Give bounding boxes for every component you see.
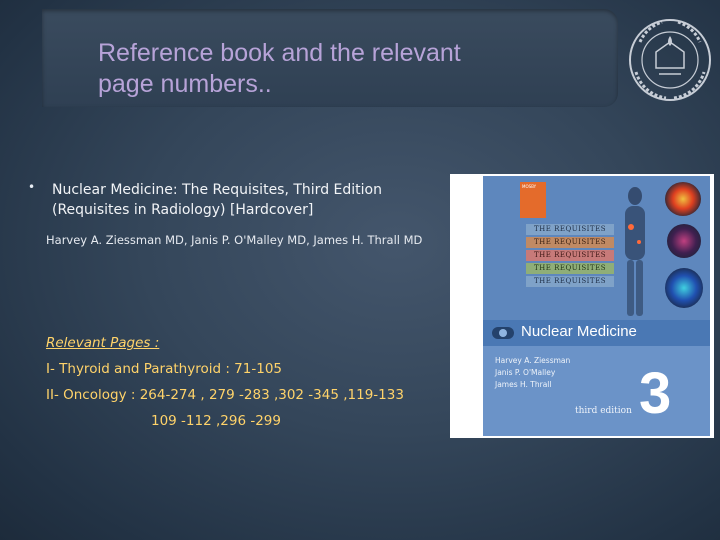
title-line-2: page numbers.. bbox=[98, 70, 272, 98]
body-scan-icon bbox=[625, 187, 645, 316]
title-line-1: Reference book and the relevant bbox=[98, 39, 461, 67]
university-seal-icon bbox=[629, 19, 711, 101]
scan-image bbox=[665, 268, 703, 308]
cover-top-panel: MOSBY THE REQUISITES THE REQUISITES THE … bbox=[483, 176, 710, 321]
cover-author-2: Janis P. O'Malley bbox=[495, 368, 556, 377]
bullet-marker: • bbox=[28, 180, 36, 194]
cover-edition-number: 3 bbox=[639, 361, 672, 426]
cover-bottom-panel: Harvey A. Ziessman Janis P. O'Malley Jam… bbox=[483, 346, 710, 436]
reference-title: Nuclear Medicine: The Requisites, Third … bbox=[52, 180, 432, 220]
publisher-badge: MOSBY bbox=[520, 182, 546, 218]
cover-title-band: Nuclear Medicine bbox=[483, 320, 710, 346]
pages-thyroid: I- Thyroid and Parathyroid : 71-105 bbox=[46, 361, 282, 377]
scan-image bbox=[665, 182, 701, 216]
reference-line-1: Nuclear Medicine: The Requisites, Third … bbox=[52, 182, 382, 198]
relevant-pages-heading: Relevant Pages : bbox=[46, 335, 160, 351]
reference-authors: Harvey A. Ziessman MD, Janis P. O'Malley… bbox=[46, 233, 423, 247]
cover-author-1: Harvey A. Ziessman bbox=[495, 356, 571, 365]
reference-line-2: (Requisites in Radiology) [Hardcover] bbox=[52, 202, 314, 218]
requisites-strip: THE REQUISITES bbox=[526, 263, 614, 274]
requisites-strip: THE REQUISITES bbox=[526, 250, 614, 261]
requisites-strip: THE REQUISITES bbox=[526, 237, 614, 248]
book-cover-image: MOSBY THE REQUISITES THE REQUISITES THE … bbox=[450, 174, 714, 438]
scan-image bbox=[667, 224, 701, 258]
pages-oncology-continued: 109 -112 ,296 -299 bbox=[151, 413, 281, 429]
pages-oncology: II- Oncology : 264-274 , 279 -283 ,302 -… bbox=[46, 387, 404, 403]
requisites-strip: THE REQUISITES bbox=[526, 224, 614, 235]
cover-edition: third edition bbox=[575, 406, 632, 416]
cover-title: Nuclear Medicine bbox=[521, 323, 637, 340]
requisites-strip: THE REQUISITES bbox=[526, 276, 614, 287]
publisher-label: MOSBY bbox=[522, 184, 537, 189]
cover-author-3: James H. Thrall bbox=[495, 380, 552, 389]
slide-title: Reference book and the relevant page num… bbox=[98, 38, 558, 100]
scanner-icon bbox=[492, 327, 514, 339]
